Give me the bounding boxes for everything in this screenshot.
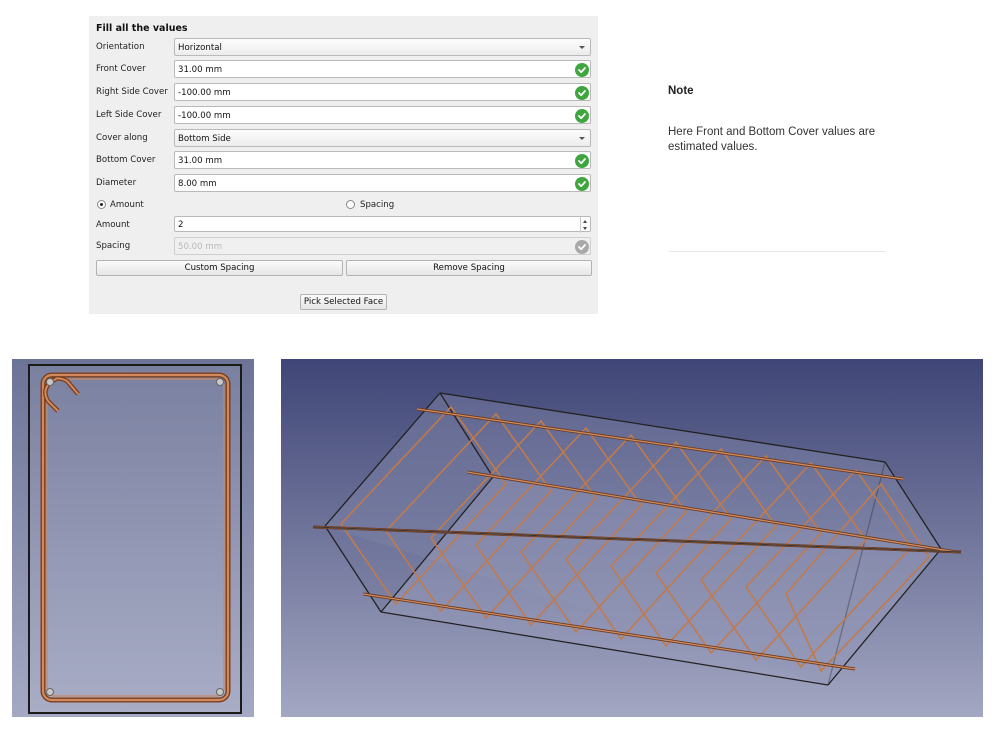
spacing-label: Spacing bbox=[96, 241, 131, 251]
cover-along-select[interactable]: Bottom Side bbox=[174, 129, 591, 147]
rebar-bar bbox=[216, 688, 224, 696]
check-circle-icon bbox=[575, 154, 589, 168]
note-divider bbox=[668, 251, 886, 252]
check-circle-icon bbox=[575, 240, 589, 254]
check-circle-icon bbox=[575, 86, 589, 100]
bottom-cover-input[interactable]: 31.00 mm bbox=[174, 151, 591, 169]
orientation-row: Orientation Horizontal bbox=[96, 38, 591, 57]
spinner-arrows-icon[interactable] bbox=[580, 217, 590, 233]
rebar-form-panel: Fill all the values Orientation Horizont… bbox=[89, 16, 598, 314]
front-cover-value: 31.00 mm bbox=[178, 65, 223, 75]
amount-label: Amount bbox=[96, 220, 130, 230]
spin-up-icon[interactable] bbox=[583, 220, 587, 223]
note-text: Here Front and Bottom Cover values are e… bbox=[668, 126, 876, 153]
custom-spacing-button[interactable]: Custom Spacing bbox=[96, 260, 343, 276]
chevron-down-icon[interactable] bbox=[579, 46, 585, 49]
spacing-value: 50.00 mm bbox=[178, 242, 223, 252]
3d-model-view[interactable] bbox=[281, 359, 983, 717]
spacing-row: Spacing 50.00 mm bbox=[96, 237, 591, 256]
spacing-radio-label[interactable]: Spacing bbox=[360, 200, 394, 210]
form-title: Fill all the values bbox=[96, 23, 188, 34]
cross-section-drawing bbox=[12, 359, 254, 717]
left-side-cover-input[interactable]: -100.00 mm bbox=[174, 106, 591, 124]
check-circle-icon bbox=[575, 177, 589, 191]
right-side-cover-row: Right Side Cover -100.00 mm bbox=[96, 83, 591, 102]
bottom-cover-value: 31.00 mm bbox=[178, 156, 223, 166]
front-cover-label: Front Cover bbox=[96, 64, 146, 74]
check-circle-icon bbox=[575, 109, 589, 123]
bottom-cover-row: Bottom Cover 31.00 mm bbox=[96, 151, 591, 170]
remove-spacing-button[interactable]: Remove Spacing bbox=[346, 260, 592, 276]
amount-spinbox[interactable]: 2 bbox=[174, 216, 591, 233]
front-cover-input[interactable]: 31.00 mm bbox=[174, 60, 591, 78]
diameter-input[interactable]: 8.00 mm bbox=[174, 174, 591, 192]
rebar-bar bbox=[46, 378, 54, 386]
check-circle-icon bbox=[575, 63, 589, 77]
amount-radio-label[interactable]: Amount bbox=[110, 200, 144, 210]
3d-beam-drawing bbox=[281, 359, 983, 717]
diameter-value: 8.00 mm bbox=[178, 179, 217, 189]
amount-value: 2 bbox=[178, 220, 184, 230]
right-side-cover-value: -100.00 mm bbox=[178, 88, 231, 98]
left-side-cover-label: Left Side Cover bbox=[96, 110, 162, 120]
cover-along-value: Bottom Side bbox=[178, 134, 231, 144]
amount-row: Amount 2 bbox=[96, 216, 591, 235]
spin-down-icon[interactable] bbox=[583, 227, 587, 230]
right-side-cover-label: Right Side Cover bbox=[96, 87, 168, 97]
orientation-select[interactable]: Horizontal bbox=[174, 38, 591, 56]
cross-section-view[interactable] bbox=[12, 359, 254, 717]
front-cover-row: Front Cover 31.00 mm bbox=[96, 60, 591, 79]
orientation-value: Horizontal bbox=[178, 43, 222, 53]
rebar-bar bbox=[216, 378, 224, 386]
diameter-label: Diameter bbox=[96, 178, 137, 188]
cover-along-label: Cover along bbox=[96, 133, 148, 143]
left-side-cover-value: -100.00 mm bbox=[178, 111, 231, 121]
spacing-radio[interactable] bbox=[346, 200, 355, 209]
bottom-cover-label: Bottom Cover bbox=[96, 155, 156, 165]
rebar-bar bbox=[46, 688, 54, 696]
distribution-mode-row: Amount Spacing bbox=[96, 198, 591, 217]
diameter-row: Diameter 8.00 mm bbox=[96, 174, 591, 193]
left-side-cover-row: Left Side Cover -100.00 mm bbox=[96, 106, 591, 125]
cover-along-row: Cover along Bottom Side bbox=[96, 129, 591, 148]
right-side-cover-input[interactable]: -100.00 mm bbox=[174, 83, 591, 101]
note-title: Note bbox=[668, 85, 694, 97]
beam-section-outline bbox=[28, 364, 242, 714]
spacing-input: 50.00 mm bbox=[174, 237, 591, 255]
orientation-label: Orientation bbox=[96, 42, 145, 52]
chevron-down-icon[interactable] bbox=[579, 137, 585, 140]
amount-radio[interactable] bbox=[97, 200, 106, 209]
pick-selected-face-button[interactable]: Pick Selected Face bbox=[300, 294, 387, 310]
